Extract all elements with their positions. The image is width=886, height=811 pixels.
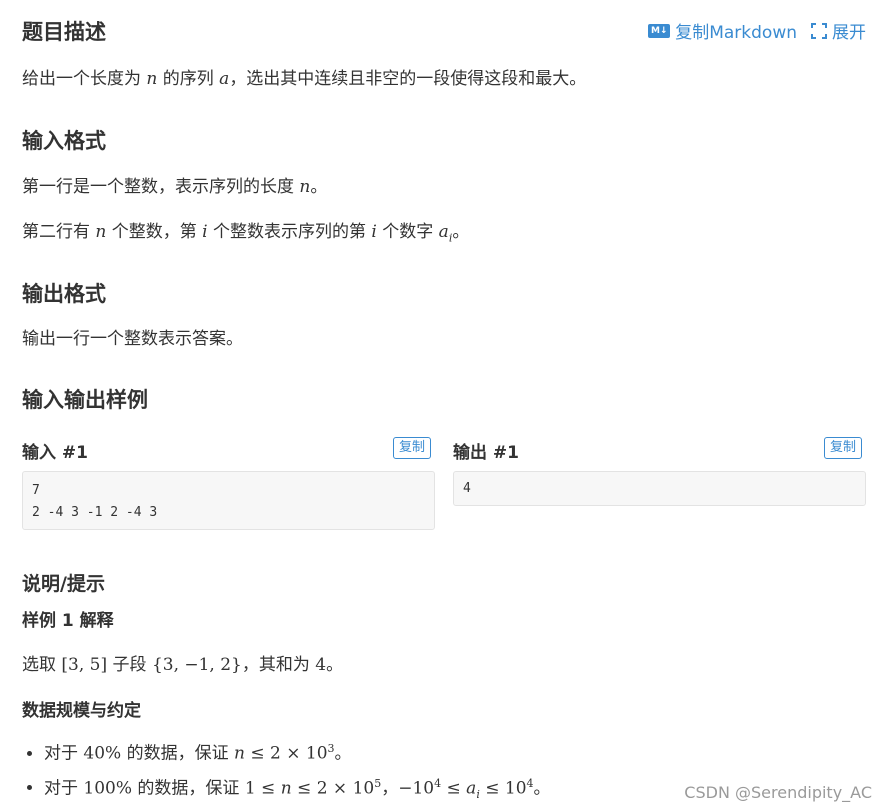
sample-input-code[interactable]: 7 2 -4 3 -1 2 -4 3 [22,471,435,530]
description-text: 给出一个长度为 n 的序列 a，选出其中连续且非空的一段使得这段和最大。 [22,69,587,89]
output-format-text: 输出一行一个整数表示答案。 [22,329,243,349]
copy-markdown-label: 复制Markdown [675,23,797,43]
description-title: 题目描述 [22,20,106,44]
expand-label: 展开 [832,23,866,43]
markdown-icon: M↓ [648,23,671,38]
input-format-title: 输入格式 [22,129,106,153]
sample-input-label: 输入 #1 [22,443,88,463]
limit-item: 对于 100% 的数据，保证 1 ≤ n ≤ 2 × 105，−104 ≤ ai… [44,770,551,809]
copy-markdown-button[interactable]: M↓ 复制Markdown [648,18,797,43]
hints-title: 说明/提示 [22,573,105,595]
sample-output-code[interactable]: 4 [453,471,866,506]
sample-output-label: 输出 #1 [453,443,519,463]
output-format-title: 输出格式 [22,282,106,306]
expand-icon [811,22,827,39]
copy-input-button[interactable]: 复制 [393,437,432,459]
input-format-line1: 第一行是一个整数，表示序列的长度 n。 [22,177,328,197]
sample-explain-text: 选取 [3, 5] 子段 {3, −1, 2}，其和为 4。 [22,655,344,675]
limits-list: 对于 40% 的数据，保证 n ≤ 2 × 103。 对于 100% 的数据，保… [22,735,551,811]
input-format-line2: 第二行有 n 个整数，第 i 个整数表示序列的第 i 个数字 ai。 [22,222,470,245]
limit-item: 对于 40% 的数据，保证 n ≤ 2 × 103。 [44,735,551,768]
samples-title: 输入输出样例 [22,388,148,412]
limits-title: 数据规模与约定 [22,701,141,721]
toolbar: M↓ 复制Markdown 展开 [648,18,866,43]
expand-button[interactable]: 展开 [811,18,866,43]
csdn-watermark: CSDN @Serendipity_AC [684,783,872,802]
copy-output-button[interactable]: 复制 [824,437,863,459]
sample-explain-title: 样例 1 解释 [22,611,114,631]
